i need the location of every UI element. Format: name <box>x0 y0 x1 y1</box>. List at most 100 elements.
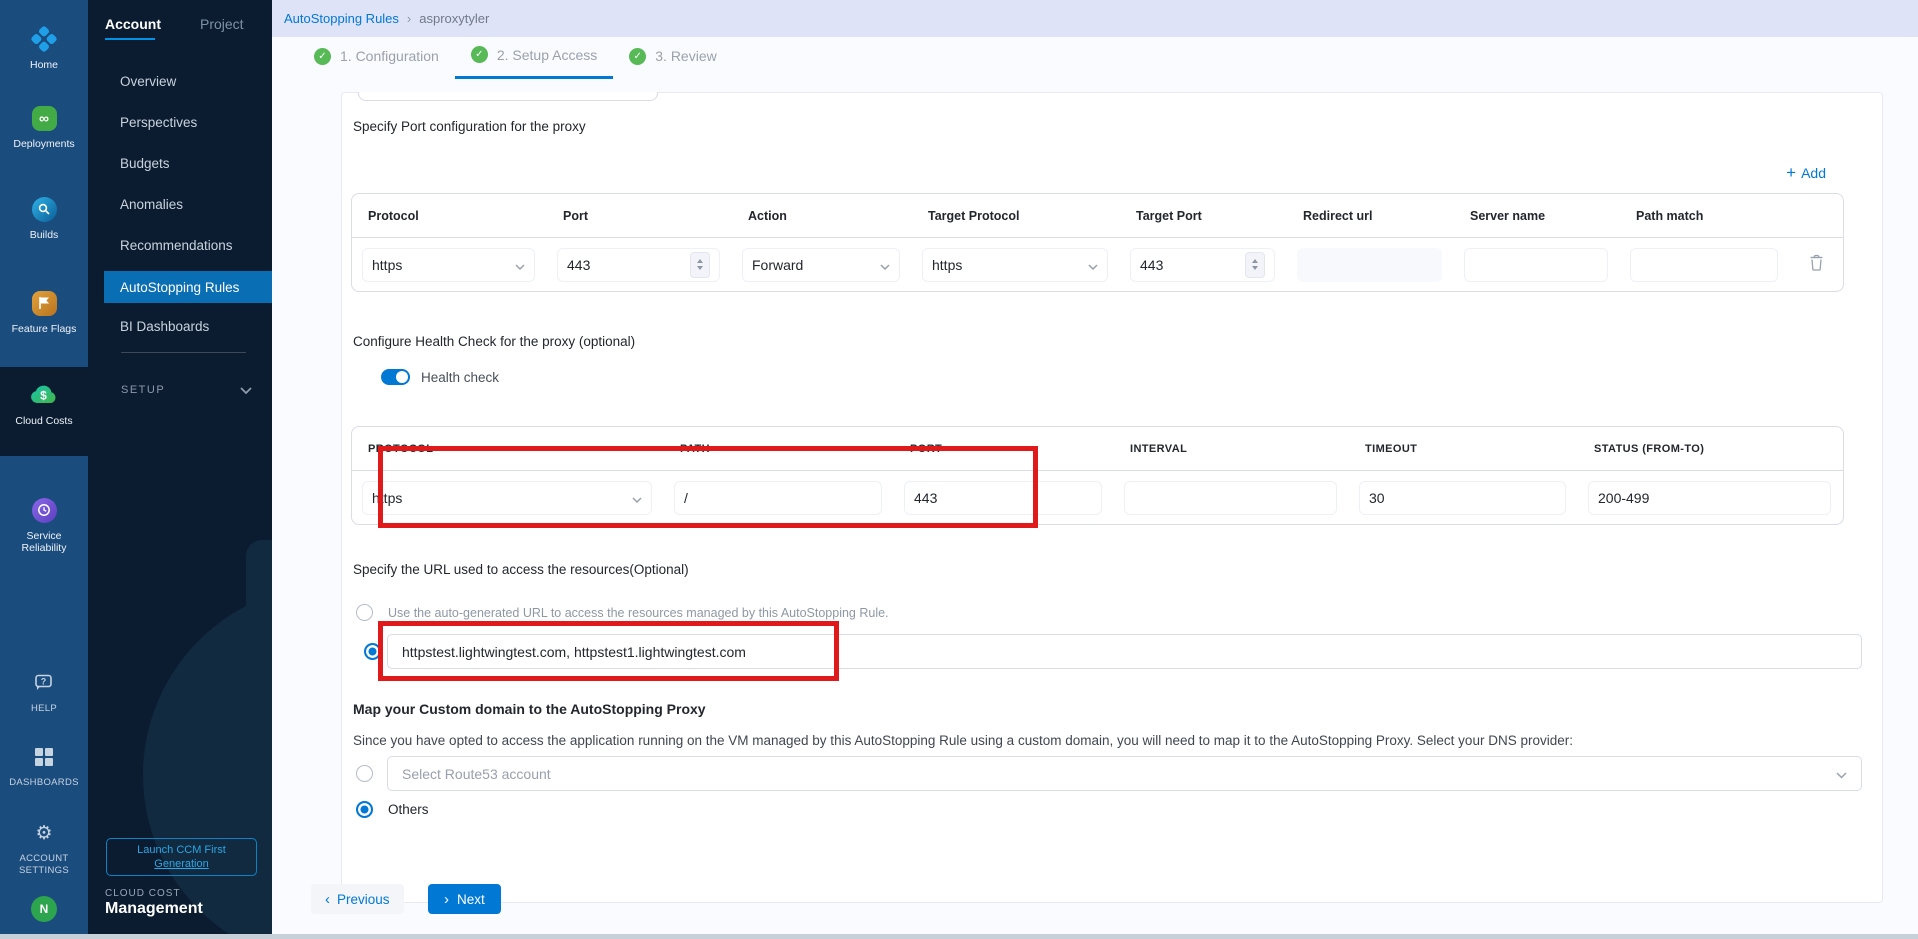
help-icon: ? <box>0 668 88 698</box>
rail-item-deployments[interactable]: ∞ Deployments <box>0 103 88 150</box>
dashboards-icon <box>0 742 88 772</box>
breadcrumb-link-autostopping-rules[interactable]: AutoStopping Rules <box>284 11 399 26</box>
others-option-row: Others <box>356 801 429 818</box>
route53-radio[interactable] <box>356 765 373 782</box>
next-button[interactable]: › Next <box>428 884 501 914</box>
sidebar-item-perspectives[interactable]: Perspectives <box>120 115 197 131</box>
chevron-down-icon <box>515 257 525 273</box>
hc-path-input[interactable]: / <box>674 481 882 515</box>
sidebar-item-overview[interactable]: Overview <box>120 74 176 90</box>
port-config-table: Protocol Port Action Target Protocol Tar… <box>351 193 1844 292</box>
custom-domain-description: Since you have opted to access the appli… <box>353 733 1853 748</box>
main-content: AutoStopping Rules › asproxytyler ✓ 1. C… <box>272 0 1918 939</box>
rail-item-account-settings[interactable]: ⚙ ACCOUNT SETTINGS <box>0 818 88 877</box>
check-icon: ✓ <box>471 46 488 63</box>
server-name-input[interactable] <box>1464 248 1608 282</box>
health-check-toggle-label: Health check <box>421 370 499 385</box>
sidebar-divider <box>121 352 246 353</box>
rail-item-service-reliability[interactable]: Service Reliability <box>0 495 88 554</box>
sidebar-item-anomalies[interactable]: Anomalies <box>120 197 183 213</box>
trash-icon <box>1809 254 1824 276</box>
breadcrumb-separator-icon: › <box>407 11 411 26</box>
url-section-heading: Specify the URL used to access the resou… <box>353 562 689 577</box>
sidebar-watermark-stem <box>246 540 272 630</box>
auto-url-option-row: Use the auto-generated URL to access the… <box>356 604 889 621</box>
svg-text:?: ? <box>41 676 47 686</box>
auto-url-option-label: Use the auto-generated URL to access the… <box>388 606 889 620</box>
rail-item-builds[interactable]: Builds <box>0 194 88 241</box>
horizontal-scrollbar[interactable] <box>0 934 1918 939</box>
path-match-input[interactable] <box>1630 248 1778 282</box>
auto-url-radio[interactable] <box>356 604 373 621</box>
action-select[interactable]: Forward <box>742 248 900 282</box>
add-port-row-button[interactable]: + Add <box>1786 165 1826 181</box>
sidebar-item-autostopping-rules[interactable]: AutoStopping Rules <box>104 271 272 303</box>
hc-status-input[interactable]: 200-499 <box>1588 481 1831 515</box>
check-icon: ✓ <box>629 48 646 65</box>
app-root: Home ∞ Deployments Builds Feature Flags <box>0 0 1918 939</box>
others-radio[interactable] <box>356 801 373 818</box>
custom-url-radio[interactable] <box>364 643 381 660</box>
health-check-toggle[interactable] <box>381 369 410 385</box>
sidebar-item-bi-dashboards[interactable]: BI Dashboards <box>120 319 209 335</box>
scrolled-field-remnant <box>358 92 658 101</box>
custom-url-input[interactable]: httpstest.lightwingtest.com, httpstest1.… <box>387 634 1862 669</box>
home-icon <box>0 24 88 54</box>
tab-account[interactable]: Account <box>105 16 161 32</box>
number-stepper[interactable] <box>690 252 710 278</box>
hc-protocol-select[interactable]: https <box>362 481 652 515</box>
port-table-row: https 443 Forward https <box>352 238 1843 291</box>
port-table-header: Protocol Port Action Target Protocol Tar… <box>352 194 1843 238</box>
step-setup-access[interactable]: ✓ 2. Setup Access <box>455 38 613 79</box>
delete-row-button[interactable] <box>1790 254 1843 276</box>
sidebar-item-budgets[interactable]: Budgets <box>120 156 170 172</box>
user-avatar[interactable]: N <box>31 896 57 922</box>
protocol-select[interactable]: https <box>362 248 535 282</box>
toggle-knob <box>396 371 408 383</box>
route53-account-select[interactable]: Select Route53 account <box>387 756 1862 791</box>
number-stepper[interactable] <box>1245 252 1265 278</box>
chevron-down-icon <box>1088 257 1098 273</box>
health-check-table-header: PROTOCOL PATH PORT INTERVAL TIMEOUT STAT… <box>352 427 1843 471</box>
hc-port-input[interactable]: 443 <box>904 481 1102 515</box>
chevron-down-icon <box>632 490 642 506</box>
chevron-left-icon: ‹ <box>325 891 330 908</box>
service-reliability-icon <box>0 495 88 525</box>
target-protocol-select[interactable]: https <box>922 248 1108 282</box>
rail-item-help[interactable]: ? HELP <box>0 668 88 715</box>
account-settings-icon: ⚙ <box>0 818 88 848</box>
rail-item-profile[interactable]: N <box>0 896 88 922</box>
hc-interval-input[interactable] <box>1124 481 1337 515</box>
rail-item-home[interactable]: Home <box>0 24 88 71</box>
others-label: Others <box>388 802 429 817</box>
tab-project[interactable]: Project <box>200 16 244 32</box>
sidebar-setup-group[interactable]: SETUP <box>121 381 252 399</box>
sidebar-item-recommendations[interactable]: Recommendations <box>120 238 233 254</box>
port-input[interactable]: 443 <box>557 248 720 282</box>
custom-domain-heading: Map your Custom domain to the AutoStoppi… <box>353 701 706 717</box>
product-name-small: CLOUD COST <box>105 888 181 899</box>
breadcrumb-current: asproxytyler <box>419 11 489 26</box>
feature-flags-icon <box>0 288 88 318</box>
step-configuration[interactable]: ✓ 1. Configuration <box>298 38 455 79</box>
product-name-big: Management <box>105 900 203 918</box>
plus-icon: + <box>1786 166 1796 180</box>
svg-text:$: $ <box>40 389 47 403</box>
sidebar-watermark <box>143 585 272 939</box>
builds-icon <box>0 194 88 224</box>
wizard-steps: ✓ 1. Configuration ✓ 2. Setup Access ✓ 3… <box>298 38 733 79</box>
target-port-input[interactable]: 443 <box>1130 248 1275 282</box>
hc-timeout-input[interactable]: 30 <box>1359 481 1566 515</box>
active-tab-underline <box>105 38 155 40</box>
chevron-down-icon <box>1836 766 1847 782</box>
redirect-url-input[interactable] <box>1297 248 1442 282</box>
rail-item-cloud-costs[interactable]: $ Cloud Costs <box>0 380 88 427</box>
rail-item-feature-flags[interactable]: Feature Flags <box>0 288 88 335</box>
deployments-icon: ∞ <box>0 103 88 133</box>
setup-access-panel: Specify Port configuration for the proxy… <box>341 92 1883 903</box>
step-review[interactable]: ✓ 3. Review <box>613 38 732 79</box>
launch-ccm-first-gen-button[interactable]: Launch CCM First Generation <box>106 838 257 876</box>
previous-button[interactable]: ‹ Previous <box>311 884 404 914</box>
check-icon: ✓ <box>314 48 331 65</box>
rail-item-dashboards[interactable]: DASHBOARDS <box>0 742 88 789</box>
